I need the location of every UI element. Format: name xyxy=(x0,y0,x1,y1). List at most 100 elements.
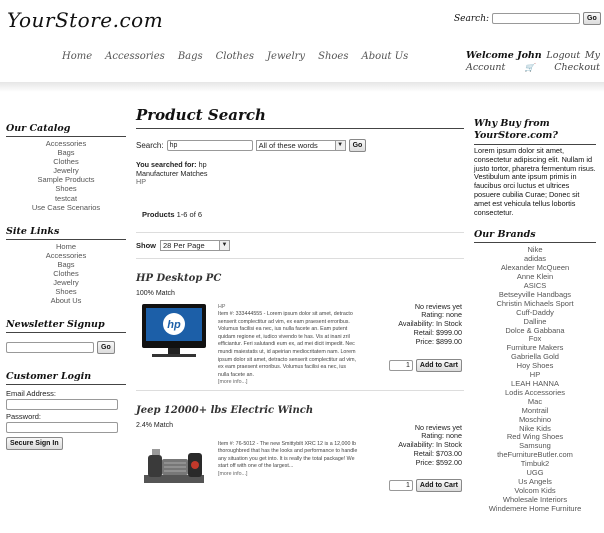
catalog-item[interactable]: Sample Products xyxy=(6,175,126,184)
secure-sign-in-button[interactable]: Secure Sign In xyxy=(6,437,63,451)
more-info-link[interactable]: [more info...] xyxy=(218,471,358,479)
product-search-go-button[interactable]: Go xyxy=(348,139,367,152)
product-search-form: Search: hp All of these words ▼ Go xyxy=(136,139,464,152)
catalog-title: Our Catalog xyxy=(6,123,126,137)
per-page-row: Show 28 Per Page ▼ xyxy=(136,231,464,251)
login-email-input[interactable] xyxy=(6,399,118,411)
login-password-input[interactable] xyxy=(6,422,118,434)
search-mode-value: All of these words xyxy=(258,141,318,150)
sitelink-item[interactable]: Home xyxy=(6,242,126,251)
quantity-input[interactable]: 1 xyxy=(388,359,413,371)
product-name[interactable]: Jeep 12000+ lbs Electric Winch xyxy=(136,405,464,416)
brands-list: Nike adidas Alexander McQueen Anne Klein… xyxy=(474,245,596,514)
account-links: Welcome John Logout My Account 🛒 Checkou… xyxy=(466,50,600,74)
products-count: Products 1-6 of 6 xyxy=(136,210,464,219)
catalog-item[interactable]: Jewelry xyxy=(6,166,126,175)
add-to-cart-button[interactable]: Add to Cart xyxy=(415,358,462,372)
nav-home[interactable]: Home xyxy=(62,51,92,62)
catalog-item[interactable]: testcat xyxy=(6,194,126,203)
sale-price: Price: $899.00 xyxy=(415,337,462,347)
left-sidebar: Our Catalog Accessories Bags Clothes Jew… xyxy=(6,123,126,451)
chevron-down-icon: ▼ xyxy=(334,141,345,150)
product-pricing: No reviews yet Rating: none Availability… xyxy=(362,423,462,469)
nav-about-us[interactable]: About Us xyxy=(361,51,408,62)
my-account-link[interactable]: Account xyxy=(466,62,505,74)
show-label: Show xyxy=(136,240,156,250)
nav-clothes[interactable]: Clothes xyxy=(216,51,254,62)
sitelink-item[interactable]: Accessories xyxy=(6,251,126,260)
checkout-link[interactable]: Checkout xyxy=(554,62,600,74)
product-row: Jeep 12000+ lbs Electric Winch 2.4% Matc… xyxy=(136,391,464,519)
hp-desktop-image[interactable]: hp xyxy=(138,303,210,359)
product-details: HP Item #: 333444555 - Lorem ipsum dolor… xyxy=(218,304,358,388)
product-row: HP Desktop PC 100% Match hp HP Item #: 3… xyxy=(136,259,464,391)
brand-item[interactable]: Windemere Home Furniture xyxy=(474,504,596,514)
product-description: Item #: 333444555 - Lorem ipsum dolor si… xyxy=(218,311,357,378)
page-title: Product Search xyxy=(136,106,464,129)
search-summary: You searched for: hp Manufacturer Matche… xyxy=(136,160,464,187)
email-label: Email Address: xyxy=(6,389,57,399)
header-search: Search: Go xyxy=(454,12,601,25)
match-score: 100% Match xyxy=(136,289,175,297)
quantity-input[interactable]: 1 xyxy=(388,479,413,491)
search-label: Search: xyxy=(136,141,164,150)
my-account-link-my[interactable]: My xyxy=(585,50,600,62)
nav-shoes[interactable]: Shoes xyxy=(318,51,348,62)
catalog-list: Accessories Bags Clothes Jewelry Sample … xyxy=(6,139,126,212)
manufacturer-label: Manufacturer Matches xyxy=(136,168,208,178)
newsletter-go-button[interactable]: Go xyxy=(97,341,115,355)
sitelink-item[interactable]: Jewelry xyxy=(6,278,126,287)
per-page-select[interactable]: 28 Per Page ▼ xyxy=(160,239,230,251)
password-label: Password: xyxy=(6,412,42,422)
product-pricing: No reviews yet Rating: none Availability… xyxy=(362,302,462,348)
winch-image[interactable] xyxy=(138,441,210,491)
product-brand: HP xyxy=(218,303,226,310)
logout-link[interactable]: Logout xyxy=(546,50,580,62)
sitelink-item[interactable]: Clothes xyxy=(6,269,126,278)
brands-title: Our Brands xyxy=(474,229,596,244)
catalog-item[interactable]: Bags xyxy=(6,148,126,157)
product-description: Item #: 76-5012 - The new Smittybilt XRC… xyxy=(218,440,358,470)
product-search-input[interactable]: hp xyxy=(166,140,253,151)
products-range: 1-6 of 6 xyxy=(176,209,203,219)
cart-icon[interactable]: 🛒 xyxy=(525,62,535,74)
whybuy-text: Lorem ipsum dolor sit amet, consectetur … xyxy=(474,146,596,217)
svg-text:hp: hp xyxy=(167,319,181,331)
more-info-link[interactable]: [more info...] xyxy=(218,379,358,387)
header-search-go-button[interactable]: Go xyxy=(583,12,601,25)
login-form: Email Address: Password: Secure Sign In xyxy=(6,389,126,451)
catalog-item[interactable]: Use Case Scenarios xyxy=(6,203,126,212)
product-name[interactable]: HP Desktop PC xyxy=(136,273,464,284)
product-list: HP Desktop PC 100% Match hp HP Item #: 3… xyxy=(136,257,464,519)
manufacturer-link-hp[interactable]: HP xyxy=(136,177,464,187)
sale-price: Price: $592.00 xyxy=(415,458,462,468)
main-content: Product Search Search: hp All of these w… xyxy=(136,106,464,519)
catalog-item[interactable]: Accessories xyxy=(6,139,126,148)
search-mode-select[interactable]: All of these words ▼ xyxy=(255,140,346,151)
whybuy-title: Why Buy from YourStore.com? xyxy=(474,118,596,145)
catalog-item[interactable]: Shoes xyxy=(6,184,126,193)
store-logo[interactable]: YourStore.com xyxy=(7,8,163,32)
searched-label: You searched for: xyxy=(136,160,197,169)
add-to-cart-button[interactable]: Add to Cart xyxy=(415,478,462,492)
right-sidebar: Why Buy from YourStore.com? Lorem ipsum … xyxy=(474,118,596,514)
welcome-text: Welcome John xyxy=(466,50,542,61)
searched-value: hp xyxy=(198,160,207,169)
per-page-value: 28 Per Page xyxy=(163,240,205,250)
sitelink-item[interactable]: Shoes xyxy=(6,287,126,296)
newsletter-email-input[interactable] xyxy=(6,342,94,354)
nav-jewelry[interactable]: Jewelry xyxy=(267,51,305,62)
newsletter-title: Newsletter Signup xyxy=(6,319,126,334)
nav-accessories[interactable]: Accessories xyxy=(105,51,165,62)
sitelink-item[interactable]: About Us xyxy=(6,296,126,305)
header-divider xyxy=(0,82,604,92)
header-search-label: Search: xyxy=(454,13,490,24)
sitelink-item[interactable]: Bags xyxy=(6,260,126,269)
catalog-item[interactable]: Clothes xyxy=(6,157,126,166)
header-search-input[interactable] xyxy=(492,13,581,24)
nav-bags[interactable]: Bags xyxy=(178,51,203,62)
products-label: Products xyxy=(142,209,175,219)
add-to-cart-form: 1 Add to Cart xyxy=(388,478,462,492)
add-to-cart-form: 1 Add to Cart xyxy=(388,358,462,372)
sitelinks-title: Site Links xyxy=(6,226,126,240)
